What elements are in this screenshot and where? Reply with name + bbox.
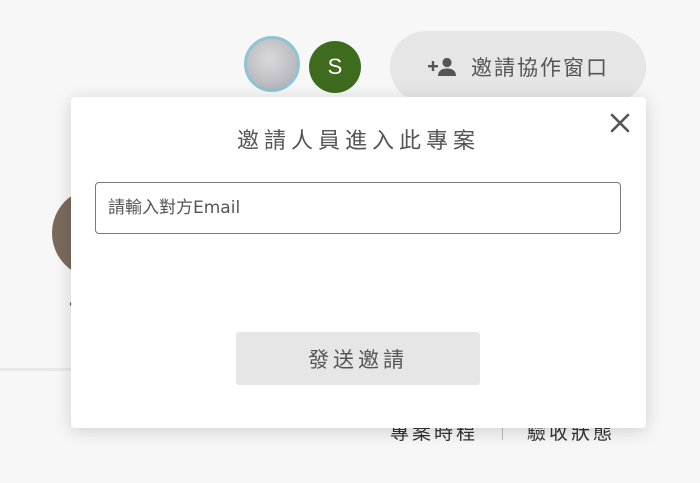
email-input[interactable]: [95, 182, 621, 234]
send-invite-button[interactable]: 發送邀請: [236, 332, 480, 385]
close-icon[interactable]: [608, 111, 632, 135]
collaborator-initial: S: [327, 54, 343, 79]
dialog-title: 邀請人員進入此專案: [236, 129, 480, 154]
user-avatar[interactable]: [244, 36, 300, 92]
invite-dialog: 邀請人員進入此專案 發送邀請: [71, 97, 646, 428]
background-divider: [0, 368, 80, 371]
invite-collaborator-label: 邀請協作窗口: [471, 57, 609, 80]
invite-collaborator-button[interactable]: 邀請協作窗口: [390, 31, 646, 103]
collaborator-avatar[interactable]: S: [309, 41, 361, 93]
add-person-icon: [427, 56, 457, 78]
